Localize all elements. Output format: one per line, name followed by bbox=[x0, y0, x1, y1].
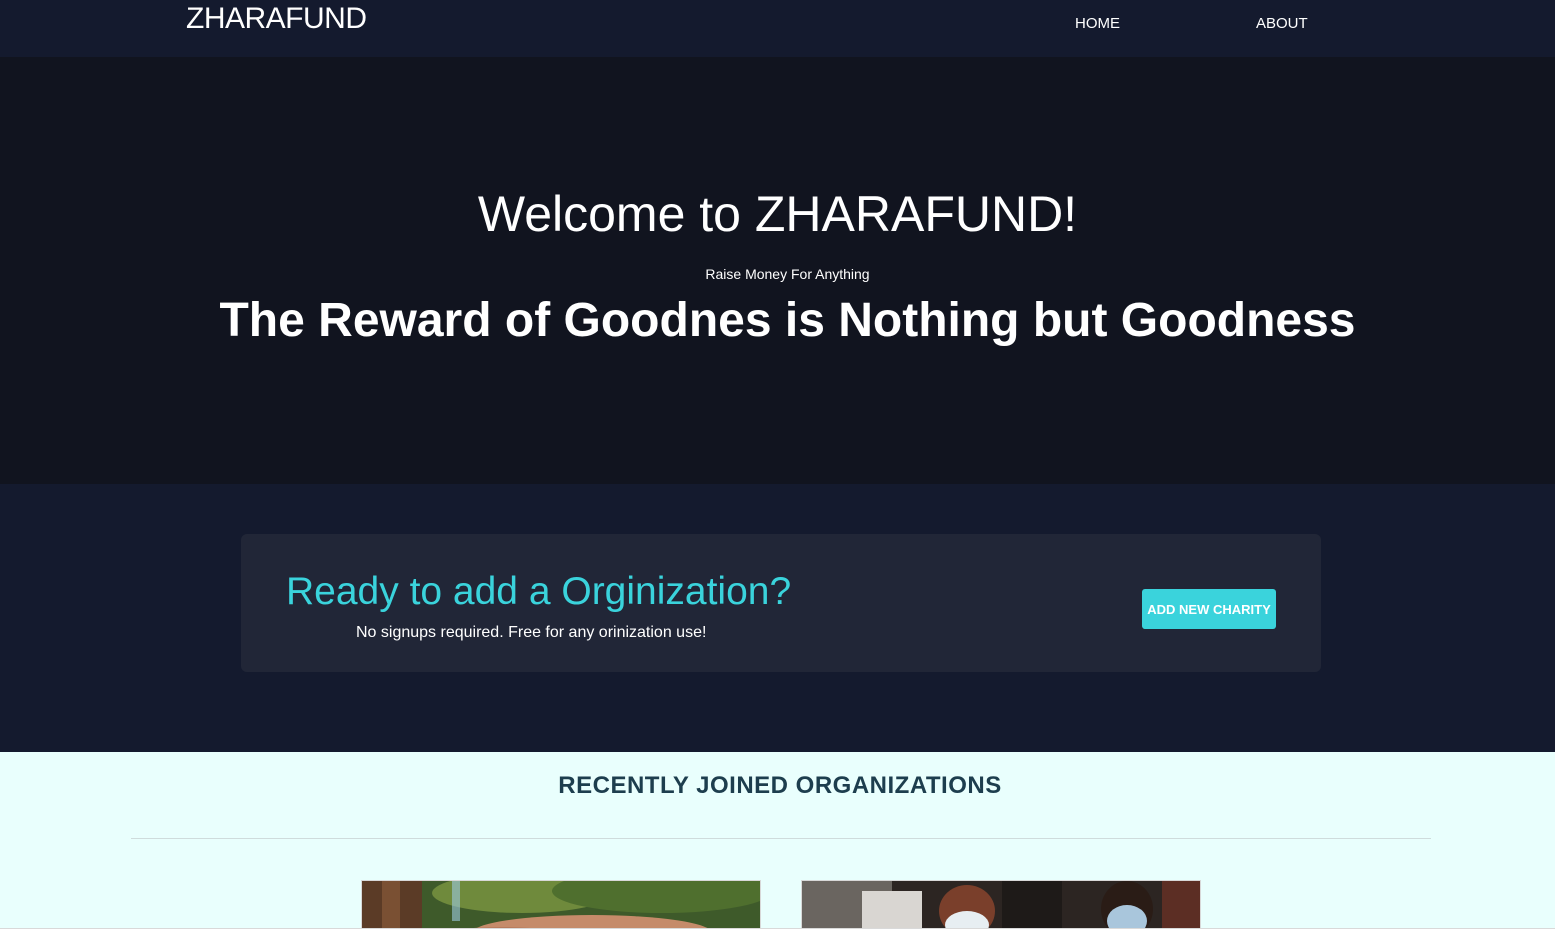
hero-title: Welcome to ZHARAFUND! bbox=[477, 186, 1078, 242]
cta-description: No signups required. Free for any oriniz… bbox=[356, 624, 707, 641]
hero-subtitle: Raise Money For Anything bbox=[705, 266, 870, 282]
hero-tagline: The Reward of Goodnes is Nothing but Goo… bbox=[219, 294, 1356, 347]
hero-section: Welcome to ZHARAFUND! Raise Money For An… bbox=[0, 57, 1555, 484]
section-divider bbox=[131, 838, 1431, 839]
nav-home-link[interactable]: HOME bbox=[1075, 15, 1120, 32]
recent-organizations-section: RECENTLY JOINED ORGANIZATIONS bbox=[0, 752, 1555, 933]
organization-card[interactable] bbox=[801, 880, 1201, 933]
organization-image bbox=[362, 881, 760, 933]
nav-about-link[interactable]: ABOUT bbox=[1256, 15, 1308, 32]
cta-title: Ready to add a Orginization? bbox=[286, 570, 792, 613]
navbar: ZHARAFUND HOME ABOUT bbox=[0, 0, 1555, 57]
page-bottom-edge bbox=[0, 928, 1555, 933]
cta-section: Ready to add a Orginization? No signups … bbox=[0, 484, 1555, 752]
organization-card[interactable] bbox=[361, 880, 761, 933]
organization-image bbox=[802, 881, 1200, 933]
cta-card: Ready to add a Orginization? No signups … bbox=[241, 534, 1321, 672]
brand-logo[interactable]: ZHARAFUND bbox=[186, 2, 367, 36]
add-new-charity-button[interactable]: ADD NEW CHARITY bbox=[1142, 589, 1276, 629]
section-title: RECENTLY JOINED ORGANIZATIONS bbox=[558, 772, 1002, 799]
